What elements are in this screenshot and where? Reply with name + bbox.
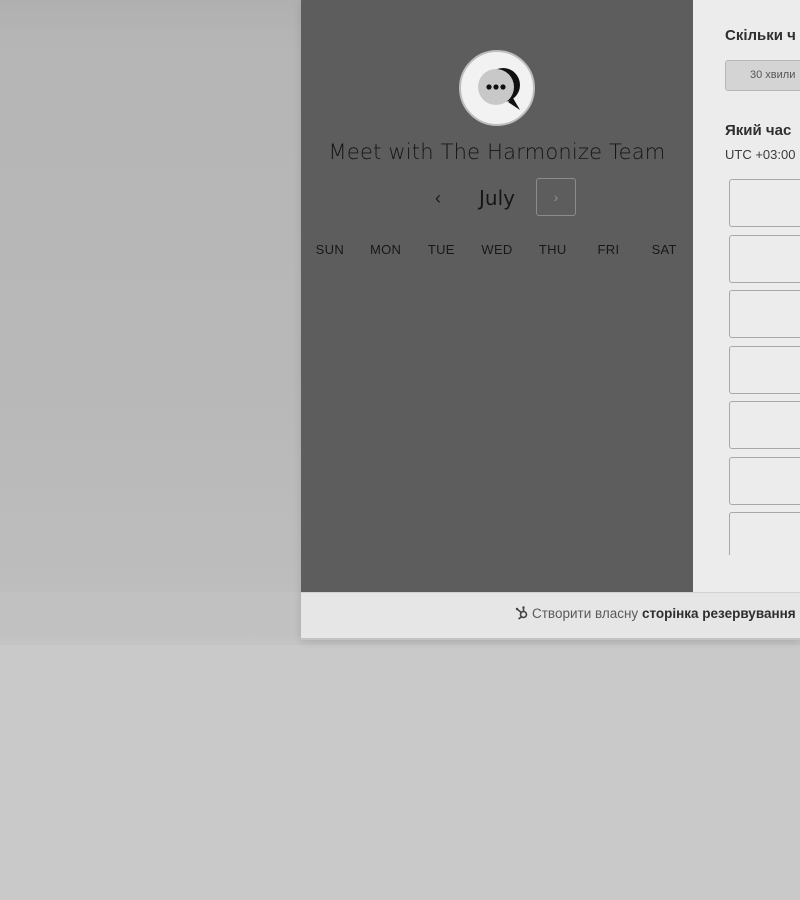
time-slot-button[interactable] — [729, 457, 800, 505]
weekday-label: TUE — [427, 242, 455, 257]
weekday-label: SAT — [651, 242, 677, 257]
time-slot-list — [729, 179, 800, 555]
weekday-label: SUN — [315, 242, 345, 257]
month-label: July — [479, 186, 515, 210]
time-slot-button[interactable] — [729, 290, 800, 338]
time-selection-panel: Скільки ч 30 хвили Який час UTC +03:00 — [693, 0, 800, 592]
time-slot-button[interactable] — [729, 346, 800, 394]
timezone-selector[interactable]: UTC +03:00 — [725, 147, 795, 162]
footer-bold-text: сторінка резервування — [641, 606, 796, 621]
chat-bubble-icon — [478, 68, 520, 110]
sprocket-icon — [515, 606, 529, 623]
time-slot-button[interactable] — [729, 401, 800, 449]
weekday-label: FRI — [597, 242, 620, 257]
calendar-title: Meet with The Harmonize Team — [328, 140, 666, 164]
widget-footer: Створити власну сторінка резервування — [301, 592, 800, 638]
weekday-label: THU — [538, 242, 567, 257]
chevron-left-icon: ‹ — [435, 188, 441, 208]
time-slot-button[interactable] — [729, 512, 800, 555]
calendar-panel: Meet with The Harmonize Team ‹ July › SU… — [301, 0, 693, 592]
footer-text: Створити власну — [532, 606, 639, 621]
time-slot-button[interactable] — [729, 235, 800, 283]
duration-option-button[interactable]: 30 хвили — [725, 60, 800, 91]
weekday-header: SUN MON TUE WED THU FRI SAT — [302, 242, 692, 260]
footer-link[interactable]: Створити власну сторінка резервування — [515, 606, 796, 623]
time-slot-button[interactable] — [729, 179, 800, 227]
next-month-button[interactable]: › — [536, 178, 576, 216]
previous-month-button[interactable]: ‹ — [423, 178, 453, 218]
chevron-right-icon: › — [553, 189, 559, 205]
weekday-label: WED — [481, 242, 513, 257]
backdrop-strip — [0, 592, 301, 636]
duration-question: Скільки ч — [725, 27, 796, 44]
month-navigation: ‹ July › — [301, 178, 693, 218]
time-question: Який час — [725, 122, 792, 139]
company-logo — [459, 50, 535, 126]
weekday-label: MON — [369, 242, 402, 257]
meetings-widget: Meet with The Harmonize Team ‹ July › SU… — [301, 0, 800, 640]
